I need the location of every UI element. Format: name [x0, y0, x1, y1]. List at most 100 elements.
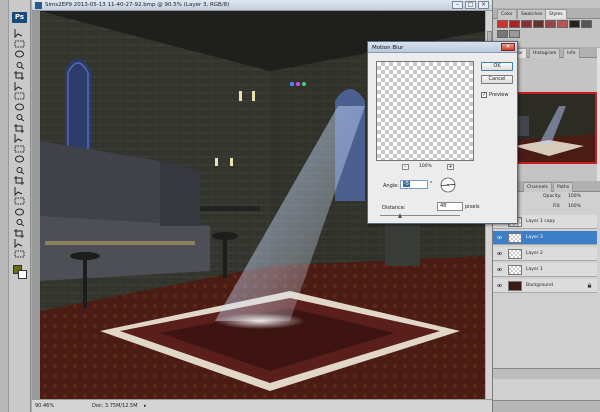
preview-label: Preview — [489, 92, 509, 98]
layer-row[interactable]: Layer 3 — [493, 231, 597, 245]
path-select-tool-icon[interactable] — [13, 196, 26, 206]
document-title-bar[interactable]: Sims2EP9 2013-05-13 11-40-27-92.bmp @ 90… — [32, 0, 492, 11]
tools-panel: Ps — [9, 0, 31, 412]
layer-row[interactable]: Layer 1 — [493, 263, 597, 277]
document-icon — [35, 2, 42, 9]
layer-name: Background — [526, 283, 553, 288]
style-swatch[interactable] — [497, 30, 508, 38]
layer-row[interactable]: Layer 2 — [493, 247, 597, 261]
pen-tool-icon[interactable] — [13, 175, 26, 185]
photoshop-logo: Ps — [12, 12, 27, 23]
tab-paths[interactable]: Paths — [553, 182, 574, 192]
preview-zoom-out-button[interactable]: - — [402, 164, 409, 170]
angle-value: -5 — [403, 181, 410, 187]
preview-zoom-in-button[interactable]: + — [447, 164, 454, 170]
dodge-tool-icon[interactable] — [13, 165, 26, 175]
history-brush-tool-icon[interactable] — [13, 123, 26, 133]
tab-channels[interactable]: Channels — [523, 182, 552, 192]
layer-name: Layer 3 — [526, 235, 543, 240]
color-panel-tabs: Color Swatches Styles — [493, 8, 600, 19]
tab-swatches[interactable]: Swatches — [517, 9, 547, 19]
angle-unit: ° — [430, 181, 433, 187]
tab-info[interactable]: Info — [563, 48, 580, 58]
style-swatch[interactable] — [509, 30, 520, 38]
fill-label: Fill: — [553, 204, 561, 209]
document-title: Sims2EP9 2013-05-13 11-40-27-92.bmp @ 90… — [45, 2, 230, 8]
layers-panel-footer — [493, 368, 600, 379]
dialog-title-bar[interactable]: Motion Blur ✕ — [368, 42, 517, 53]
lasso-tool-icon[interactable] — [13, 49, 26, 59]
zoom-level[interactable]: 90.46% — [35, 403, 54, 409]
angle-dial-icon[interactable] — [440, 177, 456, 193]
healing-tool-icon[interactable] — [13, 91, 26, 101]
left-edge — [0, 0, 9, 412]
distance-slider-track[interactable] — [380, 215, 460, 216]
ok-button[interactable]: OK — [481, 62, 513, 71]
document-status-bar: 90.46% Doc: 3.75M/12.5M ▸ — [32, 399, 492, 412]
preview-checkbox[interactable]: ✓ — [481, 92, 487, 98]
hand-tool-icon[interactable] — [13, 238, 26, 248]
close-document-button[interactable]: × — [478, 1, 489, 9]
tab-histogram[interactable]: Histogram — [529, 48, 561, 58]
quick-select-tool-icon[interactable] — [13, 60, 26, 70]
dialog-title: Motion Blur — [372, 44, 404, 51]
dialog-close-button[interactable]: ✕ — [501, 43, 515, 51]
crop-tool-icon[interactable] — [13, 70, 26, 80]
preview-zoom-value: 100% — [419, 164, 432, 169]
minimize-button[interactable]: – — [452, 1, 463, 9]
distance-label: Distance: — [382, 205, 406, 211]
marquee-tool-icon[interactable] — [13, 39, 26, 49]
zoom-tool-icon[interactable] — [13, 249, 26, 259]
distance-unit: pixels — [465, 204, 480, 210]
style-swatch[interactable] — [497, 20, 508, 28]
layer-thumbnail — [508, 265, 522, 275]
filter-preview-area[interactable] — [376, 61, 474, 161]
style-swatch[interactable] — [533, 20, 544, 28]
shape-tool-icon[interactable] — [13, 207, 26, 217]
status-menu-arrow[interactable]: ▸ — [144, 403, 147, 409]
layer-thumbnail — [508, 281, 522, 291]
styles-grid — [497, 20, 597, 40]
eye-icon[interactable] — [497, 251, 502, 256]
cancel-button[interactable]: Cancel — [481, 75, 513, 84]
eye-icon[interactable] — [497, 235, 502, 240]
background-color-swatch[interactable] — [18, 270, 27, 279]
3d-orbit-tool-icon[interactable] — [13, 228, 26, 238]
angle-label: Angle: — [383, 183, 399, 189]
layer-thumbnail — [508, 249, 522, 259]
brush-tool-icon[interactable] — [13, 102, 26, 112]
clone-stamp-tool-icon[interactable] — [13, 112, 26, 122]
maximize-button[interactable]: □ — [465, 1, 476, 9]
panel-dock-footer — [493, 400, 600, 412]
style-swatch[interactable] — [569, 20, 580, 28]
style-swatch[interactable] — [545, 20, 556, 28]
style-swatch[interactable] — [581, 20, 592, 28]
style-swatch[interactable] — [557, 20, 568, 28]
style-swatch[interactable] — [509, 20, 520, 28]
lock-icon — [587, 283, 592, 288]
opacity-label: Opacity: — [543, 194, 562, 199]
motion-blur-dialog: Motion Blur ✕ - 100% + OK Cancel ✓ Previ… — [367, 41, 518, 224]
opacity-value[interactable]: 100% — [568, 194, 581, 199]
layer-thumbnail — [508, 233, 522, 243]
style-swatch[interactable] — [521, 20, 532, 28]
eye-icon[interactable] — [497, 283, 502, 288]
document-size-info: Doc: 3.75M/12.5M — [92, 403, 138, 409]
blur-tool-icon[interactable] — [13, 154, 26, 164]
eye-icon[interactable] — [497, 267, 502, 272]
layer-row[interactable]: Background — [493, 279, 597, 293]
distance-input[interactable]: 48 — [437, 202, 463, 211]
3d-rotate-tool-icon[interactable] — [13, 217, 26, 227]
fill-value[interactable]: 100% — [568, 204, 581, 209]
tab-color[interactable]: Color — [497, 9, 517, 19]
angle-input[interactable]: -5 — [400, 180, 428, 189]
layer-name: Layer 1 — [526, 267, 543, 272]
type-tool-icon[interactable] — [13, 186, 26, 196]
gradient-tool-icon[interactable] — [13, 144, 26, 154]
layer-name: Layer 2 — [526, 251, 543, 256]
layer-name: Layer 1 copy — [526, 219, 556, 224]
eraser-tool-icon[interactable] — [13, 133, 26, 143]
move-tool-icon[interactable] — [13, 28, 26, 38]
tab-styles[interactable]: Styles — [545, 9, 567, 19]
eyedropper-tool-icon[interactable] — [13, 81, 26, 91]
